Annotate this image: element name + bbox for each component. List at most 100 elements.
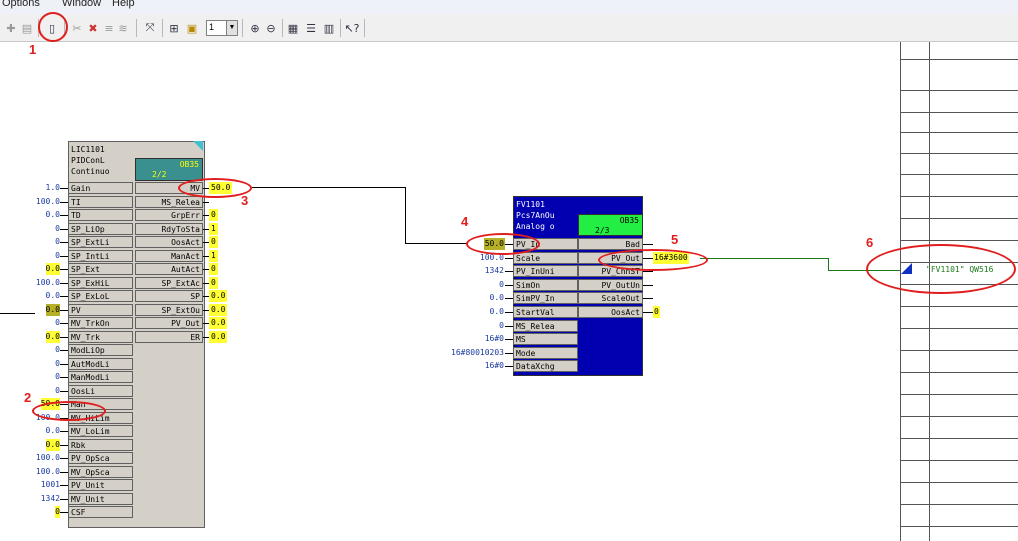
wire-mv[interactable]: [405, 187, 406, 244]
input-pin-rbk[interactable]: Rbk: [68, 438, 133, 451]
input-value[interactable]: 1001: [41, 479, 60, 491]
input-value[interactable]: 1342: [41, 493, 60, 505]
input-pin-mv_unit[interactable]: MV_Unit: [68, 492, 133, 505]
window-split-icon[interactable]: ▥: [322, 19, 336, 37]
output-pin-pv_out[interactable]: PV_Out: [135, 317, 203, 329]
output-pin-manact[interactable]: ManAct: [135, 249, 203, 262]
input-pin-sp_extli[interactable]: SP_ExtLi: [68, 236, 133, 248]
input-pin-pv_opsca[interactable]: PV_OpSca: [68, 452, 133, 464]
wire-pv-out[interactable]: [700, 258, 828, 259]
output-pin-oosact[interactable]: OosAct: [135, 236, 203, 248]
output-value[interactable]: 0: [209, 236, 218, 248]
output-value[interactable]: 0: [209, 263, 218, 275]
zoom-out-icon[interactable]: ⊖: [264, 19, 278, 37]
input-pin-simon[interactable]: SimOn: [513, 278, 578, 291]
wire-pv[interactable]: [0, 313, 35, 314]
input-value[interactable]: 0: [55, 385, 60, 397]
copy-icon[interactable]: ≡: [102, 19, 116, 37]
input-pin-pv[interactable]: PV: [68, 303, 133, 316]
input-pin-sp_exlol[interactable]: SP_ExLoL: [68, 290, 133, 302]
input-value[interactable]: 0.0: [45, 330, 60, 343]
output-pin-autact[interactable]: AutAct: [135, 263, 203, 275]
menu-options[interactable]: Options: [2, 0, 40, 9]
help-icon[interactable]: ↖?: [344, 19, 360, 37]
input-value[interactable]: 0.0: [489, 292, 505, 304]
grid-icon[interactable]: ⊞: [166, 19, 182, 37]
output-pin-sp[interactable]: SP: [135, 290, 203, 302]
cut-icon[interactable]: ✂: [70, 19, 84, 37]
input-pin-simpv_in[interactable]: SimPV_In: [513, 292, 578, 305]
output-value[interactable]: 0: [209, 276, 218, 289]
input-pin-ms[interactable]: MS: [513, 333, 578, 346]
output-value[interactable]: 0.0: [209, 330, 228, 343]
input-pin-sp_ext[interactable]: SP_Ext: [68, 263, 133, 275]
input-pin-ms_relea[interactable]: MS_Relea: [513, 319, 578, 332]
menu-window[interactable]: Window: [62, 0, 101, 9]
input-value[interactable]: 0: [55, 371, 60, 383]
menu-help[interactable]: Help: [112, 0, 135, 9]
output-pin-oosact[interactable]: OosAct: [578, 306, 643, 318]
network-small-icon[interactable]: ≋: [116, 19, 130, 37]
input-pin-gain[interactable]: Gain: [68, 182, 133, 194]
input-value[interactable]: 0.0: [46, 425, 60, 437]
input-value[interactable]: 16#0: [484, 360, 505, 372]
network-icon[interactable]: ▦: [286, 19, 300, 37]
input-value[interactable]: 0: [55, 506, 60, 518]
input-pin-modliop[interactable]: ModLiOp: [68, 344, 133, 356]
clear-icon[interactable]: ✚: [4, 19, 18, 37]
input-pin-scale[interactable]: Scale: [513, 251, 578, 264]
output-pin-rdytosta[interactable]: RdyToSta: [135, 222, 203, 235]
output-pin-sp_extac[interactable]: SP_ExtAc: [135, 276, 203, 289]
input-value[interactable]: 0: [55, 223, 60, 235]
input-value[interactable]: 0.0: [45, 303, 60, 316]
input-pin-mv_lolim[interactable]: MV_LoLim: [68, 425, 133, 437]
input-value[interactable]: 0: [498, 279, 505, 291]
output-pin-grperr[interactable]: GrpErr: [135, 209, 203, 221]
input-value[interactable]: 0.0: [45, 438, 60, 451]
input-pin-sp_exhil[interactable]: SP_ExHiL: [68, 276, 133, 289]
input-value[interactable]: 0: [55, 358, 60, 370]
input-value[interactable]: 100.0: [36, 466, 60, 478]
output-value[interactable]: 0.0: [209, 290, 228, 302]
input-pin-sp_intli[interactable]: SP_IntLi: [68, 249, 133, 262]
output-pin-scaleout[interactable]: ScaleOut: [578, 292, 643, 305]
input-pin-pv_inuni[interactable]: PV_InUni: [513, 265, 578, 278]
output-value[interactable]: 0.0: [209, 303, 228, 316]
input-value[interactable]: 0.0: [45, 263, 60, 275]
input-pin-dataxchg[interactable]: DataXchg: [513, 360, 578, 373]
input-value[interactable]: 0.0: [489, 306, 505, 318]
input-pin-autmodli[interactable]: AutModLi: [68, 357, 133, 370]
zoom-in-icon[interactable]: ⊕: [248, 19, 262, 37]
list-icon[interactable]: ☰: [304, 19, 318, 37]
input-value[interactable]: 0: [498, 320, 505, 332]
input-value[interactable]: 0.0: [46, 290, 60, 302]
output-value[interactable]: 1: [209, 249, 218, 262]
input-pin-ti[interactable]: TI: [68, 195, 133, 208]
delete-icon[interactable]: ✖: [86, 19, 100, 37]
input-pin-startval[interactable]: StartVal: [513, 306, 578, 318]
window-icon[interactable]: ▣: [184, 19, 200, 37]
input-value[interactable]: 1.0: [46, 182, 60, 194]
sheet-select[interactable]: 1 ▼: [206, 20, 238, 36]
input-pin-mv_trkon[interactable]: MV_TrkOn: [68, 317, 133, 329]
output-pin-sp_extou[interactable]: SP_ExtOu: [135, 303, 203, 316]
input-value[interactable]: 16#0: [484, 333, 505, 345]
input-value[interactable]: 100.0: [36, 277, 60, 289]
input-pin-td[interactable]: TD: [68, 209, 133, 221]
input-pin-mv_opsca[interactable]: MV_OpSca: [68, 465, 133, 478]
input-value[interactable]: 0: [55, 250, 60, 262]
input-pin-oosli[interactable]: OosLi: [68, 384, 133, 397]
output-pin-ms_relea[interactable]: MS_Relea: [135, 195, 203, 208]
output-value[interactable]: 0: [209, 209, 218, 221]
input-value[interactable]: 100.0: [36, 196, 60, 208]
output-value[interactable]: 1: [209, 222, 218, 235]
fit-icon[interactable]: ⤧: [142, 19, 158, 37]
input-value[interactable]: 0.0: [46, 209, 60, 221]
output-pin-er[interactable]: ER: [135, 330, 203, 343]
input-value[interactable]: 100.0: [36, 452, 60, 464]
input-pin-sp_liop[interactable]: SP_LiOp: [68, 222, 133, 235]
input-value[interactable]: 16#80010203: [450, 347, 505, 359]
input-value[interactable]: 1342: [484, 265, 505, 277]
wire-mv[interactable]: [252, 187, 405, 188]
input-value[interactable]: 0: [55, 317, 60, 329]
